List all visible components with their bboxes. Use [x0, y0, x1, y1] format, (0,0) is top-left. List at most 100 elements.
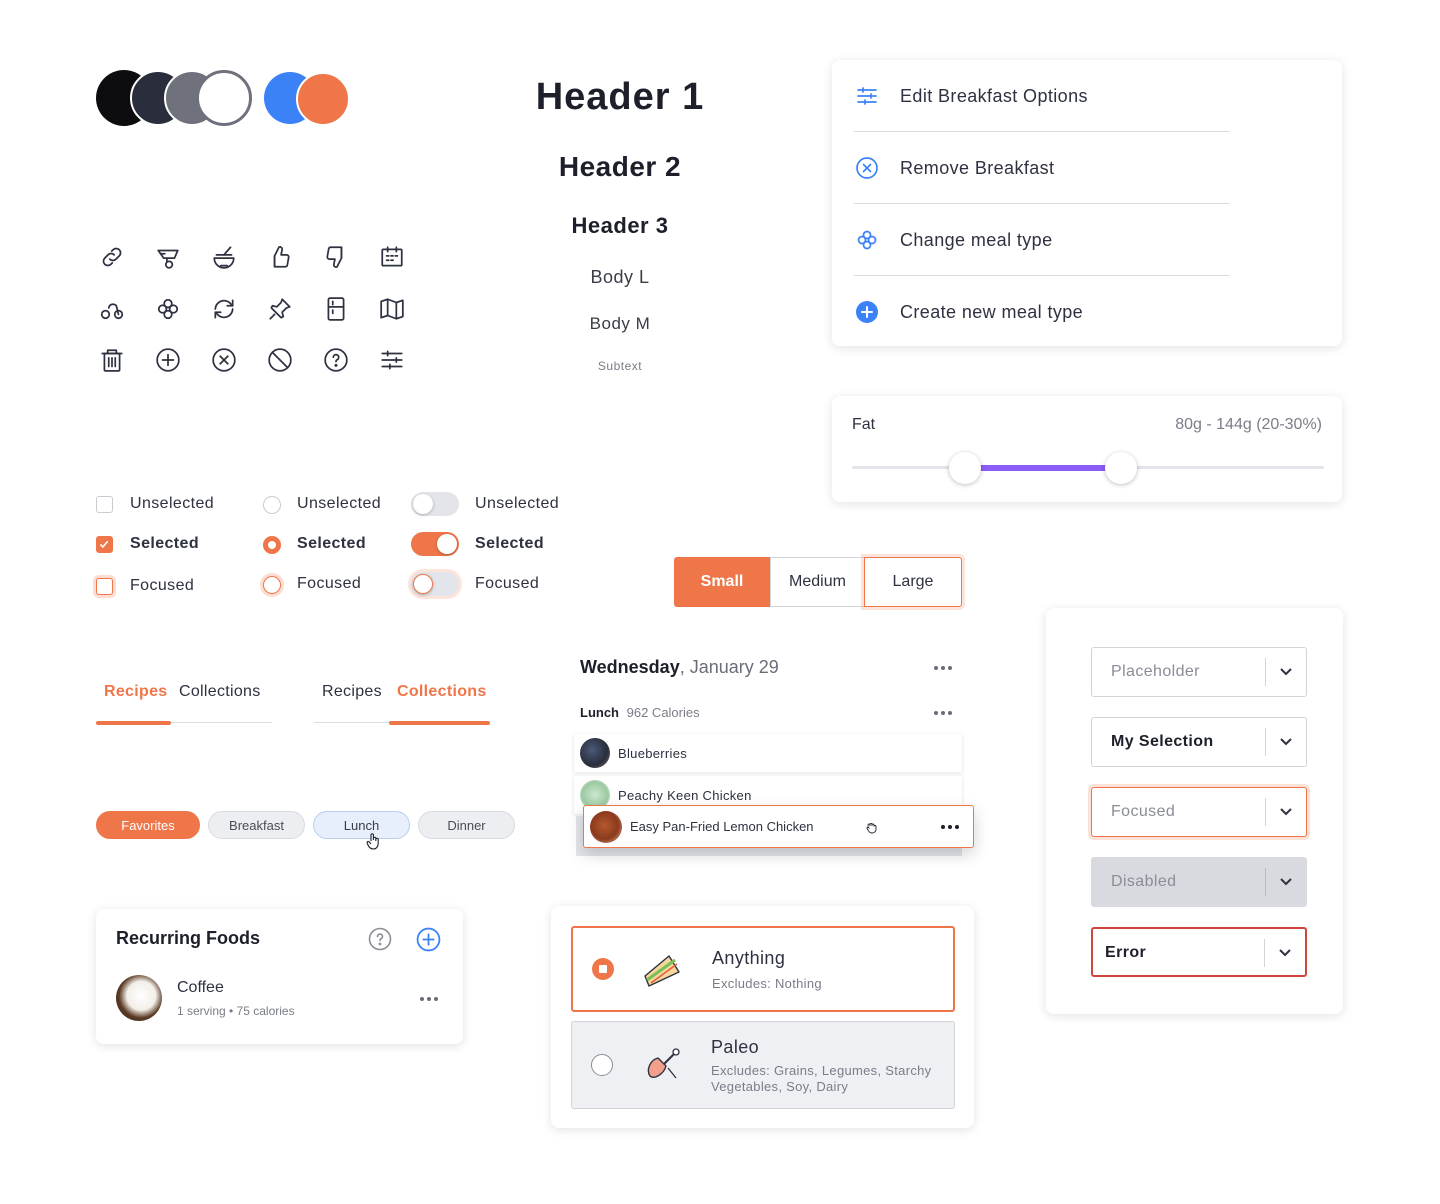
list-item[interactable]: Blueberries: [574, 734, 962, 772]
checkbox-focused[interactable]: [96, 578, 113, 595]
hand-cursor-icon: [366, 832, 382, 850]
calendar-icon: [378, 243, 406, 271]
radio-selected[interactable]: [263, 536, 281, 554]
pill-favorites[interactable]: Favorites: [96, 811, 200, 839]
meal-name: Lunch: [580, 705, 619, 720]
dropdown-value: Disabled: [1111, 873, 1177, 890]
trash-icon: [98, 346, 126, 374]
menu-item-remove-breakfast[interactable]: Remove Breakfast: [854, 132, 1230, 204]
tab-recipes[interactable]: Recipes: [104, 683, 167, 701]
diet-title: Anything: [712, 948, 786, 968]
chevron-down-icon: [1278, 803, 1294, 819]
chevron-down-icon: [1278, 663, 1294, 679]
meal-more-icon[interactable]: [934, 711, 952, 715]
lemon-chicken-thumbnail: [590, 810, 622, 843]
diet-option-paleo[interactable]: Paleo Excludes: Grains, Legumes, Starchy…: [571, 1021, 955, 1109]
fat-range-card: Fat 80g - 144g (20-30%): [832, 396, 1342, 502]
size-small-button[interactable]: Small: [674, 557, 770, 607]
link-icon: [98, 243, 126, 271]
dropdown-separator: [1265, 728, 1266, 756]
dropdown-error[interactable]: Error: [1091, 927, 1307, 977]
thumbs-down-icon: [322, 243, 350, 271]
range-fill: [965, 465, 1122, 471]
block-icon: [266, 346, 294, 374]
dropdown-focused[interactable]: Focused: [1091, 787, 1307, 837]
day-heading: Wednesday, January 29: [580, 657, 779, 678]
size-large-button[interactable]: Large: [864, 557, 962, 607]
dropdown-value: Focused: [1111, 803, 1176, 820]
toggle-label: Focused: [475, 575, 540, 592]
bowl-icon: [210, 243, 238, 271]
checkbox-selected[interactable]: [96, 536, 113, 553]
toggle-selected[interactable]: [411, 532, 459, 556]
dropdown-value: Error: [1105, 944, 1147, 961]
help-icon[interactable]: [368, 927, 392, 951]
diet-radio-selected[interactable]: [592, 958, 614, 980]
close-circle-icon: [210, 346, 238, 374]
add-recurring-button[interactable]: [416, 927, 441, 952]
menu-item-create-meal-type[interactable]: Create new meal type: [854, 276, 1230, 348]
dropdown-placeholder[interactable]: Placeholder: [1091, 647, 1307, 697]
pill-lunch[interactable]: Lunch: [313, 811, 410, 839]
tab-collections[interactable]: Collections: [397, 683, 487, 701]
dropdown-disabled: Disabled: [1091, 857, 1307, 907]
menu-item-label: Change meal type: [900, 229, 1053, 250]
radio-unselected[interactable]: [263, 496, 281, 514]
range-high-handle[interactable]: [1105, 452, 1138, 484]
day-more-icon[interactable]: [934, 666, 952, 670]
diet-excludes: Excludes: Nothing: [712, 976, 822, 991]
checkbox-unselected[interactable]: [96, 496, 113, 513]
food-name: Easy Pan-Fried Lemon Chicken: [630, 819, 814, 834]
thumbs-up-icon: [266, 243, 294, 271]
subtext-sample: Subtext: [597, 359, 643, 373]
pill-breakfast[interactable]: Breakfast: [208, 811, 305, 839]
menu-item-change-meal-type[interactable]: Change meal type: [854, 204, 1230, 276]
tab-recipes[interactable]: Recipes: [322, 683, 382, 701]
coffee-thumbnail: [116, 975, 162, 1021]
menu-item-label: Remove Breakfast: [900, 157, 1055, 178]
header-1-sample: Header 1: [535, 76, 705, 118]
chevron-down-icon: [1278, 873, 1294, 889]
checkbox-label: Focused: [130, 577, 195, 594]
toggle-unselected[interactable]: [411, 492, 459, 516]
diet-options-card: Anything Excludes: Nothing Paleo Exclude…: [551, 906, 974, 1128]
add-circle-filled-icon: [854, 299, 880, 325]
recurring-item-detail: 1 serving • 75 calories: [177, 1004, 295, 1018]
pill-dinner[interactable]: Dinner: [418, 811, 515, 839]
item-more-icon[interactable]: [941, 825, 959, 829]
dropdown-states-card: Placeholder My Selection Focused Disable…: [1046, 608, 1343, 1014]
radio-label: Unselected: [297, 495, 382, 512]
blender-icon: [154, 243, 182, 271]
dropdown-separator: [1265, 658, 1266, 686]
card-title: Recurring Foods: [116, 928, 261, 948]
tab-collections[interactable]: Collections: [179, 683, 261, 701]
meal-calories: 962 Calories: [626, 705, 700, 720]
close-circle-icon: [854, 155, 880, 181]
recurring-item-more-icon[interactable]: [420, 997, 438, 1001]
day-weekday: Wednesday: [580, 657, 680, 677]
dropdown-selected[interactable]: My Selection: [1091, 717, 1307, 767]
dragging-list-item[interactable]: Easy Pan-Fried Lemon Chicken: [583, 805, 974, 848]
fridge-icon: [322, 295, 350, 323]
header-2-sample: Header 2: [558, 151, 682, 182]
day-date: , January 29: [679, 657, 779, 677]
meal-header: Lunch 962 Calories: [580, 705, 700, 720]
dropdown-value: My Selection: [1111, 733, 1214, 750]
toggle-label: Selected: [475, 535, 545, 552]
size-medium-button[interactable]: Medium: [770, 557, 864, 607]
range-label: Fat: [852, 416, 876, 433]
menu-item-label: Edit Breakfast Options: [900, 85, 1088, 106]
chevron-down-icon: [1278, 733, 1294, 749]
diet-radio-unselected[interactable]: [591, 1054, 613, 1076]
menu-item-edit-breakfast[interactable]: Edit Breakfast Options: [854, 60, 1230, 132]
food-name: Peachy Keen Chicken: [618, 787, 752, 803]
dropdown-separator: [1264, 939, 1265, 967]
diet-option-anything[interactable]: Anything Excludes: Nothing: [571, 926, 955, 1012]
toggle-focused[interactable]: [411, 572, 459, 596]
range-low-handle[interactable]: [949, 452, 982, 484]
dropdown-value: Placeholder: [1111, 663, 1200, 680]
map-icon: [378, 295, 406, 323]
sliders-icon: [854, 83, 880, 109]
header-3-sample: Header 3: [571, 213, 669, 238]
radio-focused[interactable]: [263, 576, 281, 594]
